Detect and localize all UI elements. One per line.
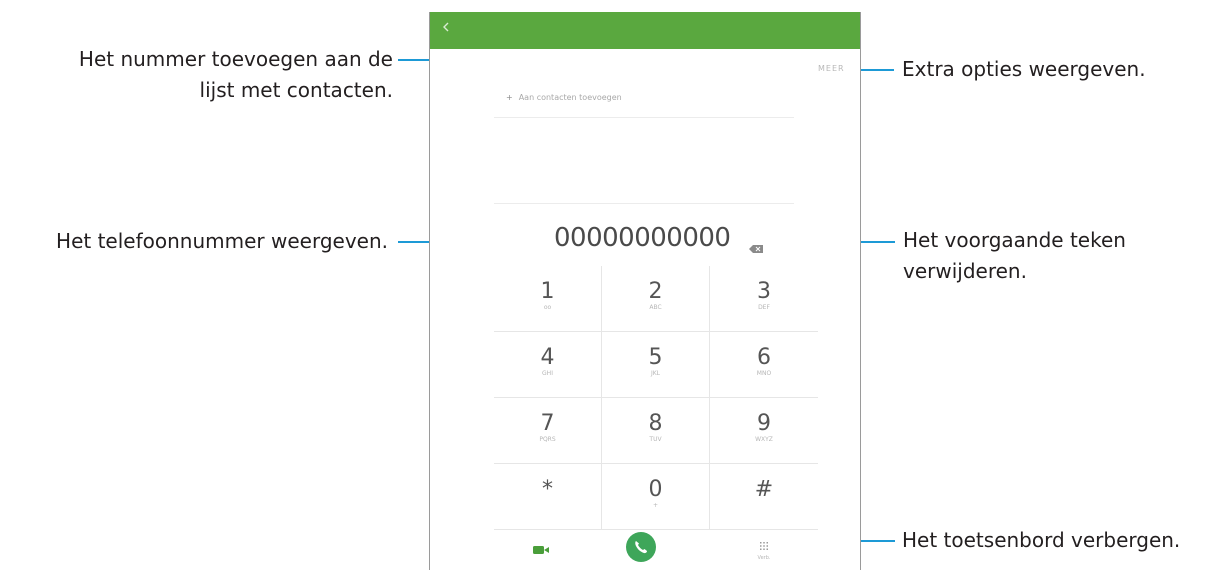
key-3[interactable]: 3 DEF [710, 266, 818, 332]
callout-delete-char: Het voorgaande teken verwijderen. [903, 225, 1126, 287]
key-letters: MNO [756, 370, 772, 377]
callout-show-number: Het telefoonnummer weergeven. [56, 226, 388, 257]
key-digit: 6 [757, 345, 771, 370]
key-letters: JKL [650, 370, 661, 377]
key-letters: + [652, 502, 659, 509]
callout-more-options: Extra opties weergeven. [902, 54, 1146, 85]
callout-delete-char-line1: Het voorgaande teken [903, 228, 1126, 252]
callout-delete-char-line2: verwijderen. [903, 259, 1027, 283]
more-button[interactable]: MEER [818, 64, 845, 73]
key-2[interactable]: 2 ABC [602, 266, 710, 332]
key-letters: ABC [649, 304, 662, 311]
key-digit: 3 [757, 279, 771, 304]
key-4[interactable]: 4 GHI [494, 332, 602, 398]
key-7[interactable]: 7 PQRS [494, 398, 602, 464]
add-to-contacts-button[interactable]: + Aan contacten toevoegen [506, 93, 622, 102]
key-9[interactable]: 9 WXYZ [710, 398, 818, 464]
key-0[interactable]: 0 + [602, 464, 710, 530]
dialer-bottom-bar: Verb. [494, 530, 818, 570]
key-digit: 1 [540, 279, 555, 304]
back-arrow-icon[interactable] [442, 22, 452, 32]
callout-hide-keypad: Het toetsenbord verbergen. [902, 525, 1180, 556]
key-digit: 9 [757, 411, 771, 436]
key-6[interactable]: 6 MNO [710, 332, 818, 398]
app-bar [430, 12, 860, 49]
hide-keypad-label: Verb. [757, 555, 771, 561]
plus-icon: + [506, 93, 513, 102]
key-letters: PQRS [539, 436, 556, 443]
backspace-icon[interactable] [749, 238, 763, 253]
key-8[interactable]: 8 TUV [602, 398, 710, 464]
key-digit: 0 [648, 477, 663, 502]
key-digit: 8 [648, 411, 663, 436]
callout-add-contact-line2: lijst met contacten. [199, 78, 393, 102]
key-star[interactable]: * [494, 464, 602, 530]
key-digit: 2 [648, 279, 663, 304]
divider-top [494, 117, 794, 118]
divider-number [494, 203, 794, 204]
callout-add-contact: Het nummer toevoegen aan de lijst met co… [79, 44, 393, 106]
phone-number-display: 00000000000 [554, 223, 731, 253]
callout-show-number-line1: Het telefoonnummer weergeven. [56, 229, 388, 253]
keypad-grid-icon [760, 542, 768, 550]
key-letters: WXYZ [755, 436, 773, 443]
key-digit: # [754, 477, 774, 502]
key-letters: DEF [758, 304, 770, 311]
add-to-contacts-label: Aan contacten toevoegen [518, 93, 622, 102]
callout-add-contact-line1: Het nummer toevoegen aan de [78, 47, 393, 71]
key-5[interactable]: 5 JKL [602, 332, 710, 398]
call-button[interactable] [626, 532, 656, 562]
key-digit: 5 [648, 345, 663, 370]
key-digit: 7 [540, 411, 555, 436]
callout-more-options-line1: Extra opties weergeven. [902, 57, 1146, 81]
key-digit: * [542, 477, 553, 502]
callout-hide-keypad-line1: Het toetsenbord verbergen. [902, 528, 1181, 552]
dial-keypad: 1 oo 2 ABC 3 DEF 4 GHI 5 JKL 6 MNO 7 PQR… [494, 266, 818, 530]
phone-screen: MEER + Aan contacten toevoegen 0000000000… [429, 12, 861, 570]
phone-icon [635, 541, 647, 554]
key-letters: TUV [649, 436, 662, 443]
key-hash[interactable]: # [710, 464, 818, 530]
key-letters: GHI [542, 370, 553, 377]
video-call-icon[interactable] [533, 540, 549, 554]
key-digit: 4 [540, 345, 555, 370]
key-1[interactable]: 1 oo [494, 266, 602, 332]
hide-keypad-button[interactable]: Verb. [756, 536, 772, 561]
key-letters: oo [543, 304, 552, 311]
